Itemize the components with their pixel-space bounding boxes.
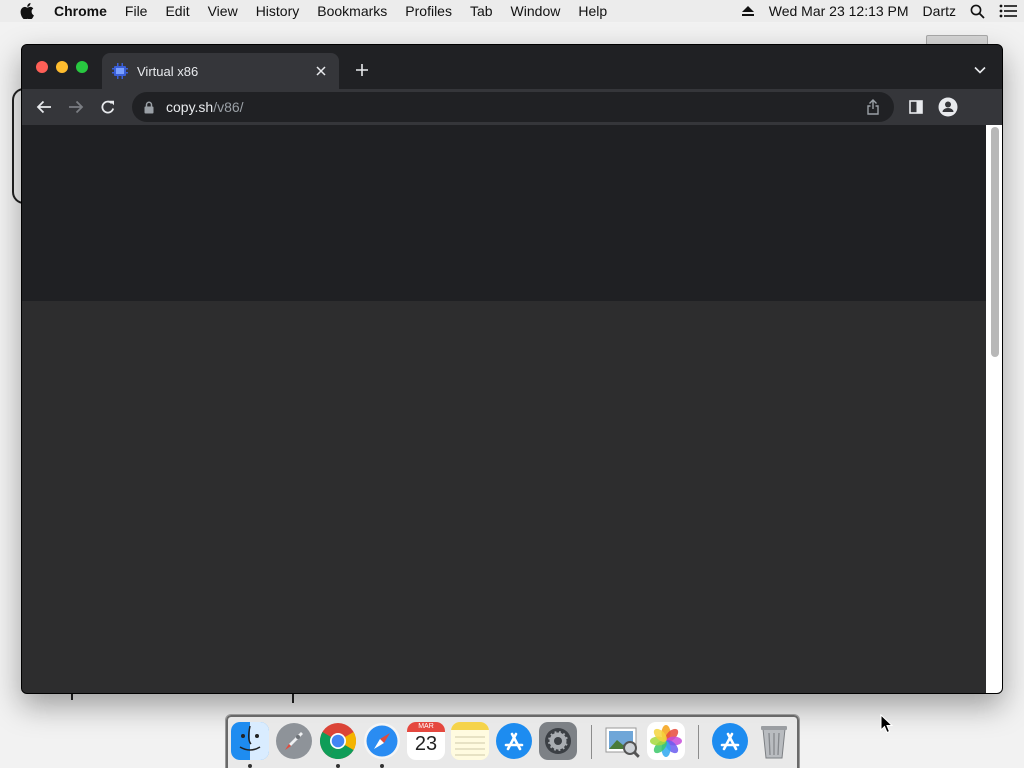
system-preferences-icon[interactable] — [539, 722, 577, 760]
menu-history[interactable]: History — [247, 0, 309, 22]
app-store-icon[interactable] — [711, 722, 749, 760]
finder-icon[interactable] — [231, 722, 269, 760]
window-close-button[interactable] — [36, 61, 48, 73]
dock: MAR 23 — [225, 714, 800, 768]
notification-center-icon[interactable] — [999, 4, 1017, 18]
tab-title: Virtual x86 — [137, 63, 199, 79]
running-indicator — [336, 764, 340, 768]
trash-icon[interactable] — [755, 722, 793, 760]
calendar-month: MAR — [407, 722, 445, 732]
running-indicator — [380, 764, 384, 768]
menu-bookmarks[interactable]: Bookmarks — [308, 0, 396, 22]
dock-separator — [698, 725, 699, 759]
tab-strip: Virtual x86 — [22, 45, 1002, 89]
app-store-icon[interactable] — [495, 722, 533, 760]
url-path: /v86/ — [213, 99, 244, 115]
menubar-clock[interactable]: Wed Mar 23 12:13 PM — [769, 3, 909, 19]
forward-arrow-icon[interactable] — [66, 97, 86, 117]
window-maximize-button[interactable] — [76, 61, 88, 73]
menubar-user[interactable]: Dartz — [923, 3, 956, 19]
running-indicator — [248, 764, 252, 768]
photos-icon[interactable] — [647, 722, 685, 760]
menu-edit[interactable]: Edit — [156, 0, 198, 22]
menu-view[interactable]: View — [199, 0, 247, 22]
url-host: copy.sh — [166, 99, 214, 115]
desktop-drawing-tick — [71, 693, 73, 700]
lock-icon[interactable] — [144, 100, 158, 114]
page-header-region — [22, 125, 986, 301]
profile-avatar-icon[interactable] — [938, 97, 958, 117]
menu-profiles[interactable]: Profiles — [396, 0, 461, 22]
apple-menu-icon[interactable] — [0, 3, 54, 19]
reload-icon[interactable] — [98, 97, 118, 117]
menu-help[interactable]: Help — [569, 0, 616, 22]
tab-virtual-x86[interactable]: Virtual x86 — [102, 53, 339, 89]
notes-icon[interactable] — [451, 722, 489, 760]
calendar-icon[interactable]: MAR 23 — [407, 722, 445, 760]
chrome-icon[interactable] — [319, 722, 357, 760]
eject-icon[interactable] — [741, 5, 755, 17]
dock-separator — [591, 725, 592, 759]
page-scrollbar[interactable] — [986, 125, 1002, 693]
menu-bar: Chrome File Edit View History Bookmarks … — [0, 0, 1024, 22]
side-panel-icon[interactable] — [906, 97, 926, 117]
browser-toolbar: copy.sh/v86/ — [22, 89, 1002, 125]
calendar-day: 23 — [414, 733, 438, 755]
launchpad-icon[interactable] — [275, 722, 313, 760]
preview-icon[interactable] — [603, 722, 641, 760]
menu-window[interactable]: Window — [502, 0, 570, 22]
back-arrow-icon[interactable] — [34, 97, 54, 117]
page-content-area[interactable] — [22, 125, 986, 693]
new-tab-icon[interactable] — [352, 60, 372, 80]
tab-search-chevron-icon[interactable] — [972, 62, 988, 78]
v86-favicon-icon — [112, 63, 128, 79]
share-icon[interactable] — [864, 98, 882, 116]
window-minimize-button[interactable] — [56, 61, 68, 73]
menu-file[interactable]: File — [116, 0, 157, 22]
scrollbar-thumb[interactable] — [991, 127, 999, 357]
menu-app-name[interactable]: Chrome — [54, 0, 116, 22]
desktop-drawing-tick — [292, 693, 294, 703]
tab-close-icon[interactable] — [313, 63, 329, 79]
chrome-window: Virtual x86 copy.sh/v86/ — [21, 44, 1003, 694]
address-bar[interactable]: copy.sh/v86/ — [132, 92, 894, 122]
menu-tab[interactable]: Tab — [461, 0, 502, 22]
safari-icon[interactable] — [363, 722, 401, 760]
spotlight-search-icon[interactable] — [970, 4, 985, 19]
mouse-cursor-icon — [880, 713, 894, 734]
